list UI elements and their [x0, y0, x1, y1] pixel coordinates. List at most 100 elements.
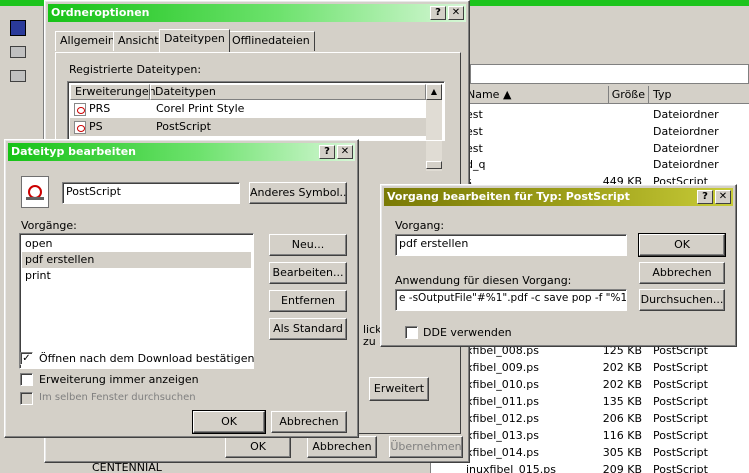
file-name-cell[interactable]: xfibel_009.ps [466, 360, 539, 376]
col-ext-header[interactable]: Erweiterungen [70, 84, 156, 100]
file-size-cell: 116 KB [602, 429, 642, 442]
action-item[interactable]: open [22, 236, 251, 252]
file-type-cell: PostScript [653, 395, 708, 408]
types-header: Erweiterungen Dateitypen [70, 84, 426, 100]
apply-button[interactable]: Übernehmen [389, 436, 463, 458]
tree-item[interactable]: CENTENNIAL [70, 462, 162, 473]
actions-list[interactable]: open pdf erstellen print [19, 233, 254, 369]
file-size-cell: 305 KB [602, 446, 642, 459]
col-type-header[interactable]: Typ [649, 86, 749, 104]
file-name-cell[interactable]: xfibel_011.ps [466, 394, 539, 410]
file-size-cell: 206 KB [602, 412, 642, 425]
confirm-open-label: Öffnen nach dem Download bestätigen [39, 352, 255, 365]
remove-button[interactable]: Entfernen [269, 290, 347, 312]
file-type-cell: Dateiordner [653, 108, 719, 121]
tab-strip: Allgemein Ansicht Dateitypen Offlinedate… [55, 29, 461, 53]
file-type-cell: Dateiordner [653, 125, 719, 138]
show-extension-label: Erweiterung immer anzeigen [39, 373, 199, 386]
action-label: Vorgang: [395, 219, 445, 232]
ok-button[interactable]: OK [192, 410, 266, 434]
cancel-button[interactable]: Abbrechen [271, 411, 347, 433]
same-window-checkbox[interactable] [20, 392, 33, 405]
file-size-cell: 209 KB [602, 463, 642, 473]
file-name-cell[interactable]: xfibel_012.ps [466, 411, 539, 427]
file-types-list: Erweiterungen Dateitypen PRS Corel Print… [67, 81, 445, 141]
advanced-button[interactable]: Erweitert [369, 377, 429, 401]
application-label: Anwendung für diesen Vorgang: [395, 274, 572, 287]
printer-icon[interactable] [10, 46, 26, 58]
file-size-cell [560, 124, 642, 140]
file-size-cell: 202 KB [602, 378, 642, 391]
file-type-cell: PostScript [653, 378, 708, 391]
address-field[interactable] [470, 64, 749, 84]
scroll-up-button[interactable]: ▲ [426, 84, 442, 100]
type-row-prs[interactable]: PRS Corel Print Style [70, 100, 426, 118]
file-type-cell: Dateiordner [653, 158, 719, 171]
types-scrollbar[interactable]: ▲ [426, 84, 442, 140]
dde-label: DDE verwenden [423, 326, 512, 339]
scroll-thumb[interactable] [426, 161, 442, 169]
edit-button[interactable]: Bearbeiten... [269, 262, 347, 284]
close-button[interactable]: ✕ [715, 190, 731, 204]
file-type-cell: PostScript [653, 412, 708, 425]
file-type-cell: PostScript [653, 361, 708, 374]
file-name-cell[interactable]: inuxfibel_015.ps [466, 462, 556, 473]
ok-button[interactable]: OK [638, 233, 726, 257]
file-name-cell[interactable]: xfibel_013.ps [466, 428, 539, 444]
new-button[interactable]: Neu... [269, 234, 347, 256]
other-icon-button[interactable]: Anderes Symbol... [249, 182, 347, 204]
tab-offlinedateien[interactable]: Offlinedateien [227, 31, 315, 51]
dde-checkbox[interactable] [405, 326, 418, 339]
set-default-button[interactable]: Als Standard [269, 318, 347, 340]
tab-ansicht[interactable]: Ansicht [113, 31, 164, 51]
save-icon[interactable] [10, 20, 26, 36]
type-name-field[interactable]: PostScript [62, 182, 240, 204]
file-list-header: Name ▲ Größe Typ [445, 86, 749, 104]
printer2-icon[interactable] [10, 70, 26, 82]
file-type-cell: PostScript [653, 429, 708, 442]
close-button[interactable]: ✕ [337, 145, 353, 159]
tab-allgemein[interactable]: Allgemein [55, 31, 120, 51]
folder-options-titlebar[interactable]: Ordneroptionen ? ✕ [48, 4, 466, 22]
file-size-cell [560, 107, 642, 123]
tab-dateitypen[interactable]: Dateitypen [159, 29, 230, 52]
cancel-button[interactable]: Abbrechen [307, 436, 377, 458]
types-scrollbar-lower[interactable] [426, 141, 442, 171]
help-button[interactable]: ? [697, 190, 713, 204]
file-type-cell: Dateiordner [653, 142, 719, 155]
registered-types-label: Registrierte Dateitypen: [69, 63, 202, 76]
file-name-cell[interactable]: xfibel_010.ps [466, 377, 539, 393]
file-size-cell [560, 157, 642, 173]
prs-file-icon [74, 102, 86, 116]
application-field[interactable]: e -sOutputFile"#%1".pdf -c save pop -f "… [395, 289, 627, 311]
col-size-header[interactable]: Größe [609, 86, 649, 104]
file-size-cell: 135 KB [602, 395, 642, 408]
type-cell: PostScript [156, 120, 211, 133]
edit-action-dialog: Vorgang bearbeiten für Typ: PostScript ?… [380, 184, 737, 347]
cancel-button[interactable]: Abbrechen [639, 262, 725, 284]
ext-cell: PRS [89, 102, 111, 115]
file-name-cell[interactable]: xfibel_014.ps [466, 445, 539, 461]
file-type-cell: PostScript [653, 446, 708, 459]
action-item-selected[interactable]: pdf erstellen [22, 252, 251, 268]
type-row-ps[interactable]: PS PostScript [70, 118, 426, 136]
file-size-cell: 202 KB [602, 361, 642, 374]
postscript-file-icon [21, 176, 49, 208]
help-button[interactable]: ? [319, 145, 335, 159]
edit-action-titlebar[interactable]: Vorgang bearbeiten für Typ: PostScript ?… [384, 188, 733, 206]
col-types-header[interactable]: Dateitypen [150, 84, 426, 100]
same-window-label: Im selben Fenster durchsuchen [39, 392, 196, 403]
help-button[interactable]: ? [430, 6, 446, 20]
show-extension-checkbox[interactable] [20, 373, 33, 386]
ps-file-icon [74, 120, 86, 134]
edit-type-titlebar[interactable]: Dateityp bearbeiten ? ✕ [8, 143, 355, 161]
confirm-open-checkbox[interactable]: ✓ [20, 352, 33, 365]
close-button[interactable]: ✕ [448, 6, 464, 20]
ext-cell: PS [89, 120, 103, 133]
action-name-field[interactable]: pdf erstellen [395, 234, 627, 256]
ok-button[interactable]: OK [225, 436, 291, 458]
actions-label: Vorgänge: [21, 219, 77, 232]
file-size-cell [560, 141, 642, 157]
action-item[interactable]: print [22, 268, 251, 284]
browse-button[interactable]: Durchsuchen... [639, 289, 725, 311]
